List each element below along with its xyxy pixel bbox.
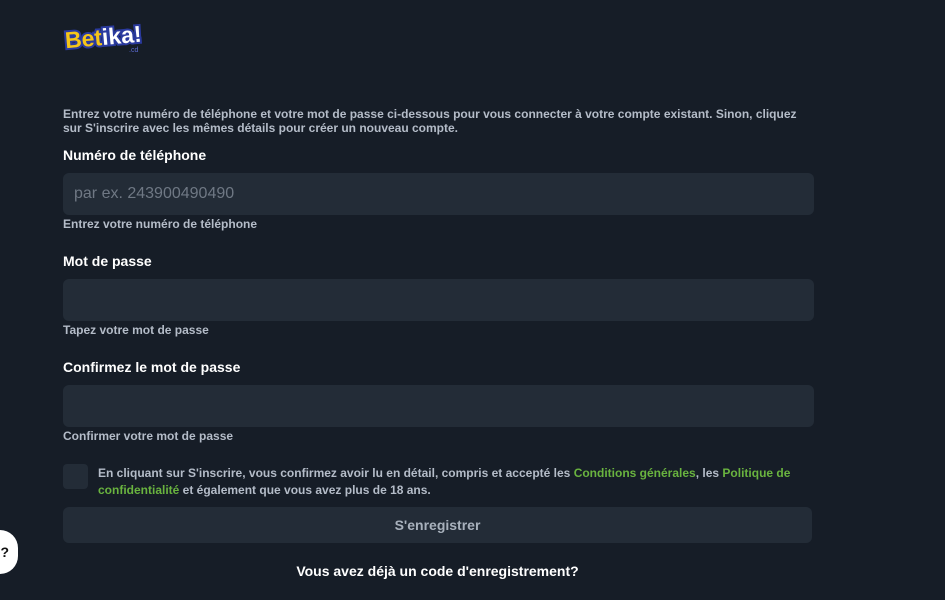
register-button[interactable]: S'enregistrer <box>63 507 812 543</box>
confirm-password-input[interactable] <box>63 385 814 427</box>
intro-text: Entrez votre numéro de téléphone et votr… <box>63 107 797 135</box>
terms-text-part-1: En cliquant sur S'inscrire, vous confirm… <box>98 466 574 480</box>
phone-input[interactable] <box>63 173 814 215</box>
phone-hint: Entrez votre numéro de téléphone <box>63 217 258 231</box>
terms-conditions-link[interactable]: Conditions générales <box>574 466 696 480</box>
logo-text-bet: Bet <box>64 24 104 53</box>
terms-text-part-2: , les <box>695 466 723 480</box>
phone-label: Numéro de téléphone <box>63 147 207 163</box>
terms-text: En cliquant sur S'inscrire, vous confirm… <box>98 465 798 499</box>
terms-text-part-3: et également que vous avez plus de 18 an… <box>179 483 431 497</box>
confirm-password-hint: Confirmer votre mot de passe <box>63 429 234 443</box>
password-hint: Tapez votre mot de passe <box>63 323 209 337</box>
password-label: Mot de passe <box>63 253 152 269</box>
logo-suffix: .cd <box>129 47 138 54</box>
logo-text-ika: ika! <box>101 21 143 50</box>
terms-checkbox[interactable] <box>63 464 88 489</box>
password-input[interactable] <box>63 279 814 321</box>
confirm-password-label: Confirmez le mot de passe <box>63 359 241 375</box>
registration-code-link[interactable]: Vous avez déjà un code d'enregistrement? <box>63 563 812 579</box>
help-button[interactable]: ? <box>0 530 18 574</box>
betika-logo[interactable]: Betika! .cd <box>63 14 149 54</box>
